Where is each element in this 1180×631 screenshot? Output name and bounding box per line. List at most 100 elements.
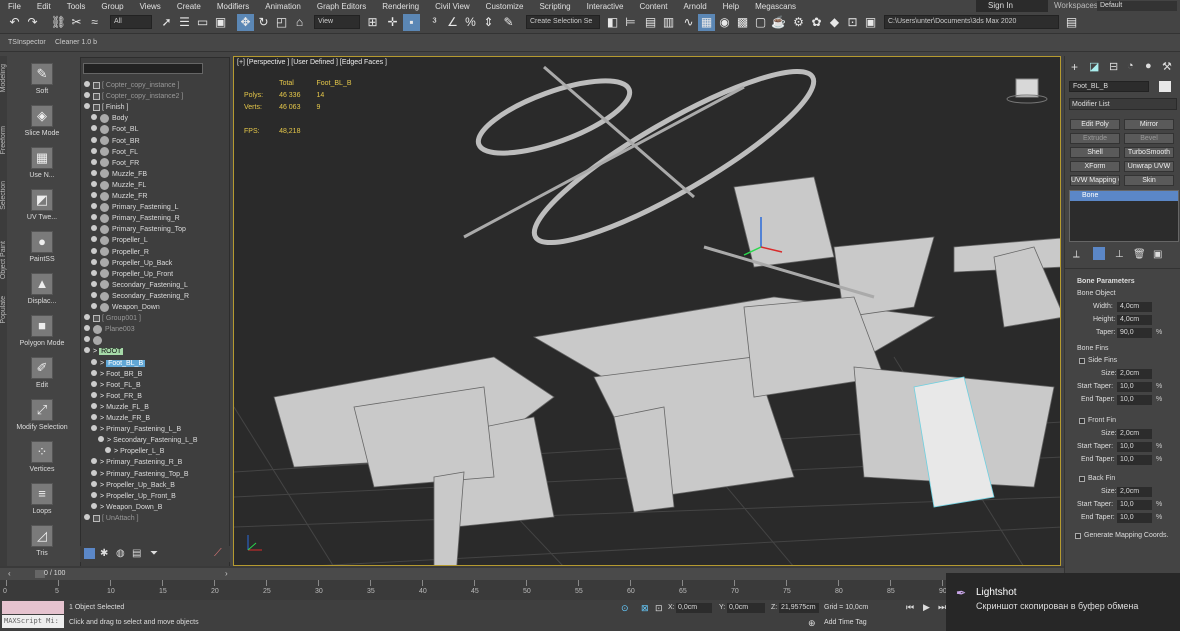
visibility-icon[interactable] (91, 280, 97, 287)
visibility-icon[interactable] (84, 513, 90, 520)
bone-row[interactable]: > Propeller_Up_Front_B (91, 491, 176, 502)
named-selection-dropdown[interactable]: Create Selection Se (526, 15, 600, 29)
visibility-icon[interactable] (84, 336, 90, 343)
mirror-icon[interactable]: ◧ (604, 14, 621, 31)
visibility-icon[interactable] (91, 147, 97, 154)
visibility-icon[interactable] (84, 325, 90, 332)
visibility-icon[interactable] (98, 436, 104, 443)
edit-poly-button[interactable]: Edit Poly (1070, 119, 1120, 130)
menu-file[interactable]: File (0, 2, 29, 11)
menu-tools[interactable]: Tools (59, 2, 94, 11)
placement-icon[interactable]: ⌂ (291, 14, 308, 31)
visibility-icon[interactable] (91, 402, 97, 409)
group-row[interactable]: [ Copter_copy_instance2 ] (84, 91, 183, 102)
pivot-center-icon[interactable]: ⊞ (364, 14, 381, 31)
link-icon[interactable]: ⛓ (50, 14, 67, 31)
object-name-field[interactable]: Foot_BL_B (1069, 81, 1149, 92)
lightshot-notification[interactable]: ✒ Lightshot Скриншот скопирован в буфер … (946, 573, 1180, 631)
display-bones-icon[interactable]: ✱ (100, 548, 108, 559)
object-row[interactable]: Propeller_L (91, 235, 148, 246)
skin-button[interactable]: Skin (1124, 175, 1174, 186)
uvw-mapping-clear-button[interactable]: UVW Mapping Clea (1070, 175, 1120, 186)
scene-search-input[interactable] (83, 63, 203, 74)
use-nurms-tool[interactable]: ▦ Use N... (14, 144, 70, 184)
front-start-taper-spinner[interactable]: 10,0 (1117, 442, 1152, 452)
utilities-tab-icon[interactable]: ⚒ (1162, 60, 1172, 73)
mirror-button[interactable]: Mirror (1124, 119, 1174, 130)
spinner-snap-icon[interactable]: ⇕ (480, 14, 497, 31)
visibility-icon[interactable] (91, 414, 97, 420)
y-coordinate-field[interactable]: 0,0cm (727, 603, 765, 613)
add-time-tag[interactable]: Add Time Tag (824, 619, 867, 626)
visibility-icon[interactable] (91, 491, 97, 498)
visibility-icon[interactable] (91, 391, 97, 398)
visibility-icon[interactable] (91, 180, 97, 187)
object-row[interactable]: Plane003 (84, 324, 135, 335)
unlink-icon[interactable]: ✂ (68, 14, 85, 31)
group-row[interactable]: [ UnAttach ] (84, 513, 139, 524)
side-size-spinner[interactable]: 2,0cm (1117, 369, 1152, 379)
snaps-toggle-icon[interactable]: ³ (426, 14, 443, 31)
timeline-ruler[interactable]: 0510152025303540455055606570758085909510… (0, 580, 1064, 600)
menu-scripting[interactable]: Scripting (531, 2, 578, 11)
create-tab-icon[interactable]: + (1071, 60, 1078, 74)
render-production-icon[interactable]: ☕ (770, 14, 787, 31)
select-move-icon[interactable]: ✥ (237, 14, 254, 31)
object-row[interactable]: Propeller_Up_Front (91, 269, 173, 280)
modifier-stack[interactable]: Bone (1069, 190, 1179, 242)
workspace-dropdown[interactable]: Default (1097, 1, 1177, 11)
select-by-name-icon[interactable]: ☰ (176, 14, 193, 31)
select-scale-icon[interactable]: ◰ (273, 14, 290, 31)
uv-tweak-tool[interactable]: ◩ UV Twe... (14, 186, 70, 226)
extrude-button[interactable]: Extrude (1070, 133, 1120, 144)
bone-parameters-rollout[interactable]: Bone Parameters (1077, 278, 1135, 285)
redo-icon[interactable]: ↷ (24, 14, 41, 31)
visibility-icon[interactable] (84, 347, 90, 354)
visibility-icon[interactable] (91, 169, 97, 176)
group-row[interactable]: [ Copter_copy_instance ] (84, 80, 179, 91)
visibility-icon[interactable] (84, 314, 90, 321)
pick-icon[interactable]: ⟋ (214, 547, 222, 560)
displace-tool[interactable]: ▲ Displac... (14, 270, 70, 310)
visibility-icon[interactable] (91, 425, 97, 432)
back-fin-checkbox[interactable] (1079, 476, 1085, 482)
visibility-icon[interactable] (91, 247, 97, 254)
configure-sets-icon[interactable]: ▣ (1153, 249, 1162, 260)
visibility-icon[interactable] (91, 480, 97, 487)
project-folder-icon[interactable]: ▤ (1063, 14, 1080, 31)
isolate-selection-icon[interactable]: ⊙ (621, 603, 629, 614)
visibility-icon[interactable] (91, 114, 97, 121)
visibility-icon[interactable] (91, 136, 97, 143)
display-objects-icon[interactable] (84, 548, 95, 559)
visibility-icon[interactable] (91, 192, 97, 198)
cleaner-tab[interactable]: Cleaner 1.0 b (55, 39, 97, 46)
xform-button[interactable]: XForm (1070, 161, 1120, 172)
menu-rendering[interactable]: Rendering (374, 2, 427, 11)
visibility-icon[interactable] (91, 214, 97, 221)
side-fins-checkbox[interactable] (1079, 358, 1085, 364)
bone-row[interactable]: > Weapon_Down_B (91, 502, 162, 513)
visibility-icon[interactable] (91, 258, 97, 265)
visibility-icon[interactable] (91, 303, 97, 309)
x-coordinate-field[interactable]: 0,0cm (676, 603, 712, 613)
filter-icon[interactable]: ⏷ (150, 548, 158, 559)
taper-spinner[interactable]: 90,0 (1117, 328, 1152, 338)
menu-content[interactable]: Content (632, 2, 676, 11)
bone-row[interactable]: > Propeller_Up_Back_B (91, 480, 175, 491)
edit-named-selection-icon[interactable]: ✎ (500, 14, 517, 31)
time-slider[interactable]: ‹ 0 / 100 › (0, 568, 1064, 580)
absolute-mode-icon[interactable]: ⊡ (655, 603, 663, 614)
visibility-icon[interactable] (91, 502, 97, 509)
bone-row[interactable]: > Secondary_Fastening_L_B (98, 435, 198, 446)
menu-animation[interactable]: Animation (257, 2, 309, 11)
rect-selection-icon[interactable]: ▭ (194, 14, 211, 31)
front-size-spinner[interactable]: 2,0cm (1117, 429, 1152, 439)
go-to-start-icon[interactable]: ⏮ (906, 602, 914, 613)
play-icon[interactable]: ▶ (923, 602, 930, 613)
tab-freeform[interactable]: Freeform (0, 126, 9, 154)
side-start-taper-spinner[interactable]: 10,0 (1117, 382, 1152, 392)
visibility-icon[interactable] (105, 447, 111, 454)
object-row[interactable]: Muzzle_FL (91, 180, 146, 191)
window-crossing-icon[interactable]: ▣ (212, 14, 229, 31)
menu-modifiers[interactable]: Modifiers (209, 2, 257, 11)
